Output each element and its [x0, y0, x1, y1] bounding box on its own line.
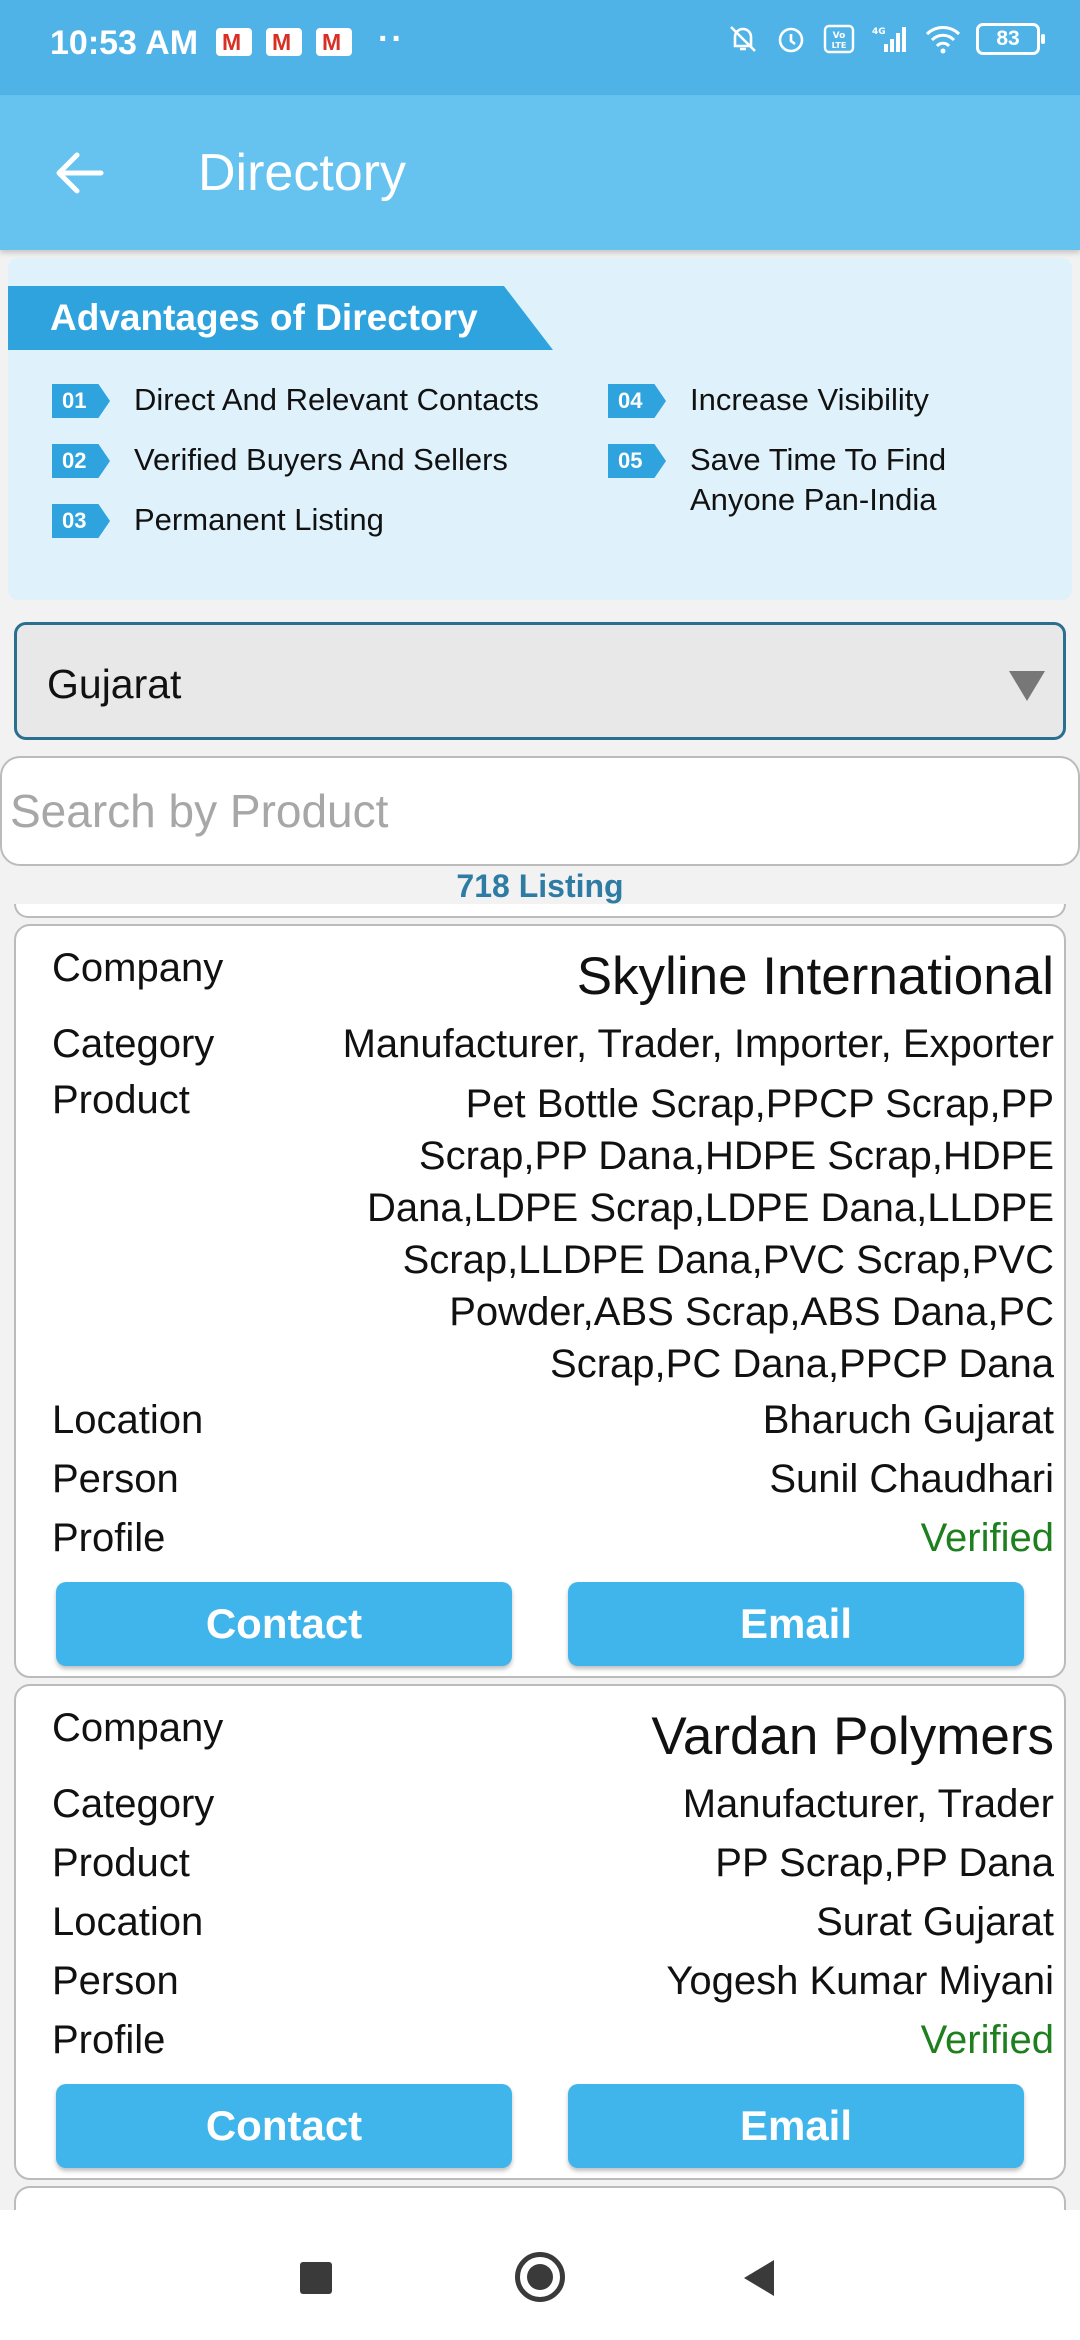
state-dropdown[interactable]: Gujarat — [14, 622, 1066, 740]
advantage-text: Permanent Listing — [134, 502, 384, 537]
more-notifications-icon: ·· — [378, 20, 405, 58]
advantage-text: Increase Visibility — [690, 382, 929, 417]
product-label: Product — [52, 1078, 190, 1122]
previous-card-edge — [14, 904, 1066, 918]
state-dropdown-value: Gujarat — [47, 661, 182, 707]
location-label: Location — [52, 1900, 204, 1944]
category-label: Category — [52, 1782, 215, 1826]
app-bar: Directory — [0, 95, 1080, 250]
signal-icon: 4G — [872, 27, 906, 52]
contact-button[interactable]: Contact — [56, 1582, 512, 1666]
person-label: Person — [52, 1457, 179, 1501]
location-row: Location Bharuch Gujarat — [52, 1398, 1054, 1448]
location-label: Location — [52, 1398, 204, 1442]
advantage-number: 03 — [52, 504, 110, 538]
advantage-item: 03 Permanent Listing — [52, 500, 539, 540]
product-row: Product Pet Bottle Scrap,PPCP Scrap,PP S… — [52, 1078, 1054, 1398]
location-row: Location Surat Gujarat — [52, 1900, 1054, 1950]
advantage-text: Direct And Relevant Contacts — [134, 382, 539, 417]
advantage-text: Verified Buyers And Sellers — [134, 442, 508, 477]
company-row: Company Skyline International — [52, 946, 1054, 1016]
category-row: Category Manufacturer, Trader, Importer,… — [52, 1022, 1054, 1072]
profile-row: Profile Verified — [52, 1516, 1054, 1566]
mute-bell-icon — [730, 26, 756, 52]
gmail-icon — [316, 28, 352, 56]
status-bar: 10:53 AM ·· VoLTE 4G 83 — [0, 0, 1080, 95]
person-row: Person Yogesh Kumar Miyani — [52, 1959, 1054, 2009]
company-row: Company Vardan Polymers — [52, 1706, 1054, 1776]
category-label: Category — [52, 1022, 215, 1066]
system-nav-bar — [0, 2210, 1080, 2340]
email-button[interactable]: Email — [568, 2084, 1024, 2168]
location-value: Surat Gujarat — [816, 1900, 1054, 1944]
volte-icon: VoLTE — [823, 24, 855, 54]
svg-text:4G: 4G — [872, 27, 886, 37]
arrow-left-icon — [56, 152, 104, 194]
person-value: Yogesh Kumar Miyani — [666, 1959, 1054, 2003]
advantage-item: 02 Verified Buyers And Sellers — [52, 440, 539, 480]
advantage-item: 04 Increase Visibility — [608, 380, 990, 420]
advantage-number: 04 — [608, 384, 666, 418]
advantage-number: 02 — [52, 444, 110, 478]
advantage-number: 01 — [52, 384, 110, 418]
status-time: 10:53 AM — [50, 24, 199, 62]
advantage-item: 01 Direct And Relevant Contacts — [52, 380, 539, 420]
svg-text:LTE: LTE — [832, 41, 847, 50]
gmail-icon — [216, 28, 252, 56]
advantage-number: 05 — [608, 444, 666, 478]
product-row: Product PP Scrap,PP Dana — [52, 1841, 1054, 1891]
company-label: Company — [52, 1706, 224, 1750]
email-button[interactable]: Email — [568, 1582, 1024, 1666]
category-value: Manufacturer, Trader — [682, 1782, 1054, 1826]
person-value: Sunil Chaudhari — [769, 1457, 1054, 1501]
advantages-panel: Advantages of Directory 01 Direct And Re… — [8, 258, 1072, 600]
recents-button[interactable] — [300, 2262, 332, 2294]
verified-status: Verified — [920, 2018, 1054, 2062]
alarm-icon — [778, 27, 804, 53]
profile-label: Profile — [52, 1516, 166, 1560]
listing-card: Company Skyline International Category M… — [14, 924, 1066, 1678]
person-label: Person — [52, 1959, 179, 2003]
product-label: Product — [52, 1841, 190, 1885]
svg-text:Vo: Vo — [833, 31, 846, 41]
advantage-text: Save Time To Find Anyone Pan-India — [690, 442, 947, 517]
home-button[interactable] — [515, 2252, 565, 2302]
person-row: Person Sunil Chaudhari — [52, 1457, 1054, 1507]
advantages-list-right: 04 Increase Visibility 05 Save Time To F… — [608, 380, 990, 540]
wifi-icon — [925, 26, 961, 54]
category-row: Category Manufacturer, Trader — [52, 1782, 1054, 1832]
battery-icon: 83 — [976, 23, 1045, 55]
dropdown-arrow-icon — [1009, 671, 1045, 701]
listing-card: Company Vardan Polymers Category Manufac… — [14, 1684, 1066, 2180]
location-value: Bharuch Gujarat — [762, 1398, 1054, 1442]
advantages-title: Advantages of Directory — [8, 286, 553, 350]
gmail-icon — [266, 28, 302, 56]
back-button[interactable] — [42, 135, 118, 211]
company-value: Vardan Polymers — [651, 1707, 1054, 1766]
product-value: Pet Bottle Scrap,PPCP Scrap,PP Scrap,PP … — [366, 1082, 1054, 1386]
system-back-button[interactable] — [744, 2260, 774, 2296]
product-value: PP Scrap,PP Dana — [715, 1841, 1054, 1885]
search-input[interactable] — [2, 758, 1078, 864]
product-search-box — [0, 756, 1080, 866]
contact-button[interactable]: Contact — [56, 2084, 512, 2168]
company-label: Company — [52, 946, 224, 990]
advantage-item: 05 Save Time To Find Anyone Pan-India — [608, 440, 990, 520]
listing-count: 718 Listing — [456, 868, 624, 904]
page-title: Directory — [198, 144, 407, 202]
category-value: Manufacturer, Trader, Importer, Exporter — [342, 1022, 1054, 1066]
company-value: Skyline International — [576, 947, 1054, 1006]
verified-status: Verified — [920, 1516, 1054, 1560]
profile-row: Profile Verified — [52, 2018, 1054, 2068]
advantages-list-left: 01 Direct And Relevant Contacts 02 Verif… — [52, 380, 539, 560]
profile-label: Profile — [52, 2018, 166, 2062]
